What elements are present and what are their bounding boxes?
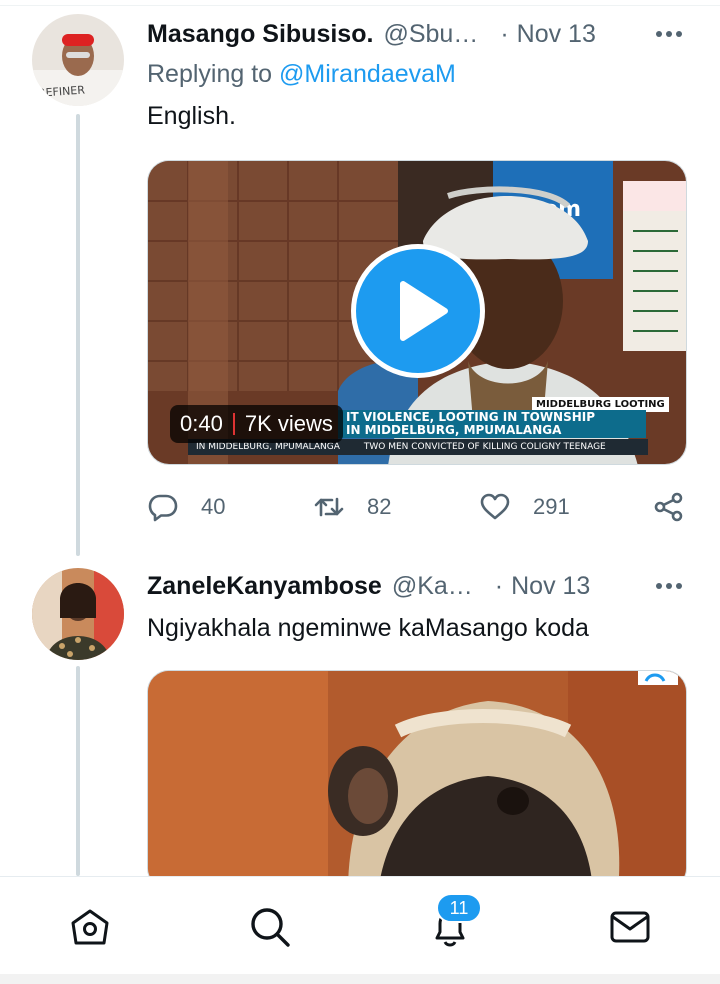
bottom-navigation: 11 xyxy=(0,876,720,974)
avatar[interactable] xyxy=(32,568,124,660)
thread-line xyxy=(76,666,80,876)
user-handle[interactable]: @Sbu… xyxy=(383,20,478,49)
display-name[interactable]: Masango Sibusiso. xyxy=(147,20,373,49)
monkey-photo xyxy=(148,671,686,889)
thread-line xyxy=(76,114,80,556)
video-views: 7K views xyxy=(244,411,333,436)
ticker-crawl-right: TWO MEN CONVICTED OF KILLING COLIGNY TEE… xyxy=(363,442,606,452)
tweet-date[interactable]: Nov 13 xyxy=(517,20,596,49)
play-icon xyxy=(400,281,448,341)
nav-messages[interactable] xyxy=(608,905,652,949)
retweet-button[interactable]: 82 xyxy=(313,490,391,524)
heart-icon xyxy=(480,493,510,520)
tweet-date[interactable]: Nov 13 xyxy=(511,572,590,601)
reply-handle-link[interactable]: @MirandaevaM xyxy=(279,60,456,88)
separator-dot: · xyxy=(494,571,504,600)
reply-button[interactable]: 40 xyxy=(147,490,225,524)
nav-home[interactable] xyxy=(68,905,112,949)
display-name[interactable]: ZaneleKanyambose xyxy=(147,572,382,601)
notification-badge: 11 xyxy=(436,893,482,923)
retweet-count: 82 xyxy=(367,494,392,519)
ticker-crawl-left: IN MIDDELBURG, MPUMALANGA xyxy=(196,442,340,452)
video-duration: 0:40 xyxy=(180,411,223,436)
tweet-header: Masango Sibusiso. @Sbu… · Nov 13 xyxy=(147,18,707,50)
reply-icon xyxy=(148,494,178,522)
more-options-icon[interactable] xyxy=(653,570,685,602)
more-options-icon[interactable] xyxy=(653,18,685,50)
like-count: 291 xyxy=(533,494,570,519)
replying-to: Replying to @MirandaevaM xyxy=(147,60,456,89)
ticker-line-2: IN MIDDELBURG, MPUMALANGA xyxy=(346,423,562,437)
share-icon xyxy=(654,492,683,522)
separator-dot: · xyxy=(500,19,509,48)
nav-search[interactable] xyxy=(248,905,292,949)
video-player[interactable]: om MIDDELBURG LOOTING IT VIOLENCE, LOOTI… xyxy=(147,160,687,465)
tweet[interactable]: REFINER Masango Sibusiso. @Sbu… · Nov 13… xyxy=(0,0,720,556)
play-button[interactable] xyxy=(351,244,485,378)
tweet[interactable]: ZaneleKanyambose @Ka… · Nov 13 Ngiyakhal… xyxy=(0,556,720,890)
messages-envelope-icon xyxy=(610,911,650,943)
user-handle[interactable]: @Ka… xyxy=(392,572,473,601)
replying-to-label: Replying to xyxy=(147,60,280,88)
share-button[interactable] xyxy=(653,490,685,524)
video-info-badge: 0:40 7K views xyxy=(170,405,343,443)
reply-count: 40 xyxy=(201,494,226,519)
like-button[interactable]: 291 xyxy=(479,490,570,524)
home-icon xyxy=(71,909,109,945)
tweet-text: Ngiyakhala ngeminwe kaMasango koda xyxy=(147,614,589,642)
avatar[interactable]: REFINER xyxy=(32,14,124,106)
search-icon xyxy=(251,908,290,947)
media-image[interactable] xyxy=(147,670,687,890)
retweet-icon xyxy=(314,497,344,517)
tweet-text: English. xyxy=(147,102,236,130)
tweet-actions: 40 82 291 xyxy=(147,490,692,524)
system-bar xyxy=(0,974,720,984)
news-ticker-headline: IT VIOLENCE, LOOTING IN TOWNSHIP IN MIDD… xyxy=(338,410,646,438)
video-meta-divider xyxy=(232,413,235,435)
tweet-header: ZaneleKanyambose @Ka… · Nov 13 xyxy=(147,570,707,602)
